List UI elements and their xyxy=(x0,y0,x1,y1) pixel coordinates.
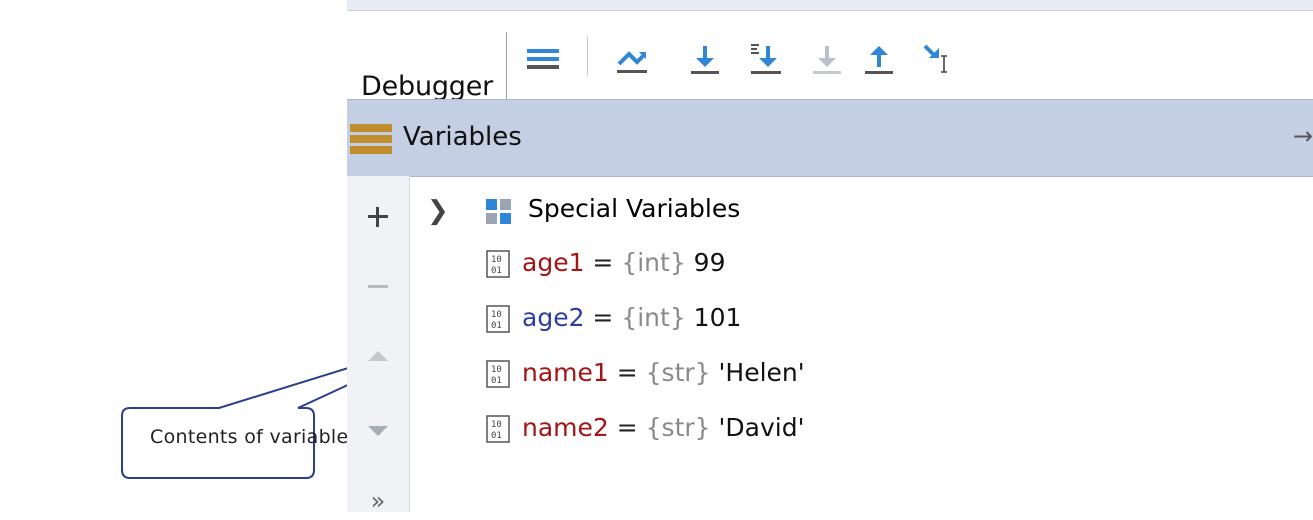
svg-text:10: 10 xyxy=(491,310,502,320)
variable-type-icon: 10 01 xyxy=(486,305,510,333)
variables-header: Variables → xyxy=(347,99,1313,177)
variable-type: {str} xyxy=(645,413,711,442)
variable-value: 'David' xyxy=(710,413,805,442)
variable-equals: = xyxy=(584,248,622,277)
variable-name: age2 xyxy=(522,303,585,332)
variable-type: {int} xyxy=(621,303,686,332)
variable-row-name1[interactable]: 10 01 name1 = {str} 'Helen' xyxy=(409,348,1309,402)
menu-lines-icon[interactable] xyxy=(523,34,563,80)
special-variables-label: Special Variables xyxy=(528,194,741,223)
variables-panel-icon xyxy=(350,124,392,154)
svg-text:10: 10 xyxy=(491,365,502,375)
debugger-tab[interactable]: Debugger xyxy=(347,32,507,105)
svg-text:10: 10 xyxy=(491,255,502,265)
variable-value: 'Helen' xyxy=(710,358,805,387)
step-into-my-code-icon[interactable] xyxy=(745,34,785,80)
variables-title: Variables xyxy=(403,122,522,152)
variable-type-icon: 10 01 xyxy=(486,250,510,278)
move-up-icon[interactable] xyxy=(359,338,397,376)
variable-equals: = xyxy=(608,413,646,442)
variable-type: {int} xyxy=(621,248,686,277)
tree-node-special-variables[interactable]: ❯ Special Variables xyxy=(409,184,1309,238)
callout-label: Contents of variables xyxy=(150,426,359,448)
variable-name: name2 xyxy=(522,413,609,442)
variable-name: age1 xyxy=(522,248,585,277)
svg-text:01: 01 xyxy=(491,266,502,276)
variable-equals: = xyxy=(584,303,622,332)
debugger-panel: Debugger Variables → » ❯ Special Variabl… xyxy=(347,0,1313,515)
toolbar-separator xyxy=(587,36,588,76)
add-icon[interactable] xyxy=(359,198,397,236)
move-down-icon[interactable] xyxy=(359,412,397,450)
step-over-icon[interactable] xyxy=(611,34,651,80)
svg-text:01: 01 xyxy=(491,431,502,441)
remove-icon[interactable] xyxy=(359,268,397,306)
step-into-icon[interactable] xyxy=(685,34,725,80)
variable-row-age1[interactable]: 10 01 age1 = {int} 99 xyxy=(409,238,1309,292)
variable-value: 101 xyxy=(685,303,742,332)
svg-text:01: 01 xyxy=(491,376,502,386)
svg-text:10: 10 xyxy=(491,420,502,430)
variables-tree: ❯ Special Variables 10 01 age1 = {int} 9… xyxy=(409,176,1313,512)
variable-equals: = xyxy=(608,358,646,387)
variable-value: 99 xyxy=(685,248,726,277)
variable-row-name2[interactable]: 10 01 name2 = {str} 'David' xyxy=(409,403,1309,457)
variable-row-age2[interactable]: 10 01 age2 = {int} 101 xyxy=(409,293,1309,347)
debugger-toolbar: Debugger xyxy=(347,12,1313,105)
special-variables-icon xyxy=(486,199,511,224)
force-step-into-icon[interactable] xyxy=(807,34,847,80)
step-out-icon[interactable] xyxy=(859,34,899,80)
chevron-right-icon[interactable]: ❯ xyxy=(427,196,449,226)
variable-type: {str} xyxy=(645,358,711,387)
variable-type-icon: 10 01 xyxy=(486,415,510,443)
top-strip xyxy=(347,0,1313,11)
variable-name: name1 xyxy=(522,358,609,387)
variables-sidebar: » xyxy=(347,176,410,515)
svg-text:01: 01 xyxy=(491,321,502,331)
debugger-tab-label: Debugger xyxy=(361,71,494,102)
run-to-cursor-icon[interactable] xyxy=(919,34,959,80)
variable-type-icon: 10 01 xyxy=(486,360,510,388)
pin-arrow-icon[interactable]: → xyxy=(1293,122,1313,150)
more-icon[interactable]: » xyxy=(359,482,397,520)
